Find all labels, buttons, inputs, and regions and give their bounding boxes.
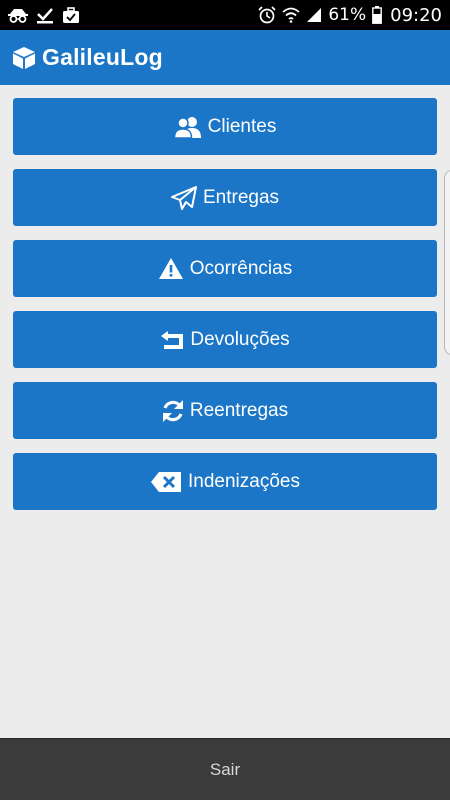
edge-pull-handle[interactable]	[444, 170, 450, 355]
entregas-button[interactable]: Entregas	[13, 169, 437, 226]
app-title: GalileuLog	[42, 44, 163, 70]
reentregas-label: Reentregas	[189, 399, 289, 421]
check-download-icon	[36, 7, 54, 24]
status-right-icons: 61% 09:20	[258, 5, 442, 26]
paper-plane-icon	[170, 185, 197, 210]
devolucoes-button[interactable]: Devoluções	[13, 311, 437, 368]
status-left-icons	[8, 6, 80, 24]
refresh-icon	[162, 399, 184, 423]
status-bar: 61% 09:20	[0, 0, 450, 30]
clientes-button[interactable]: Clientes	[13, 98, 437, 155]
ocorrencias-button[interactable]: Ocorrências	[13, 240, 437, 297]
return-arrow-icon	[160, 330, 184, 350]
incognito-icon	[8, 7, 28, 23]
cube-icon	[12, 46, 36, 70]
indenizacoes-label: Indenizações	[188, 470, 300, 492]
wifi-icon	[282, 7, 300, 23]
ocorrencias-label: Ocorrências	[189, 257, 293, 279]
clock-time: 09:20	[390, 4, 442, 26]
alarm-icon	[258, 6, 276, 24]
devolucoes-label: Devoluções	[190, 328, 290, 350]
exit-label: Sair	[209, 759, 241, 779]
reentregas-button[interactable]: Reentregas	[13, 382, 437, 439]
signal-icon	[306, 7, 322, 23]
delete-x-icon	[150, 471, 182, 493]
exit-button[interactable]: Sair	[0, 738, 450, 800]
users-icon	[173, 116, 202, 138]
clientes-label: Clientes	[207, 115, 277, 137]
warning-icon	[158, 257, 184, 280]
indenizacoes-button[interactable]: Indenizações	[13, 453, 437, 510]
entregas-label: Entregas	[202, 186, 280, 208]
main-menu: Clientes Entregas Ocorrências Devoluções	[13, 98, 437, 524]
briefcase-icon	[62, 6, 80, 24]
app-bar: GalileuLog	[0, 30, 450, 85]
battery-percentage: 61%	[328, 5, 367, 25]
battery-icon	[372, 6, 383, 24]
